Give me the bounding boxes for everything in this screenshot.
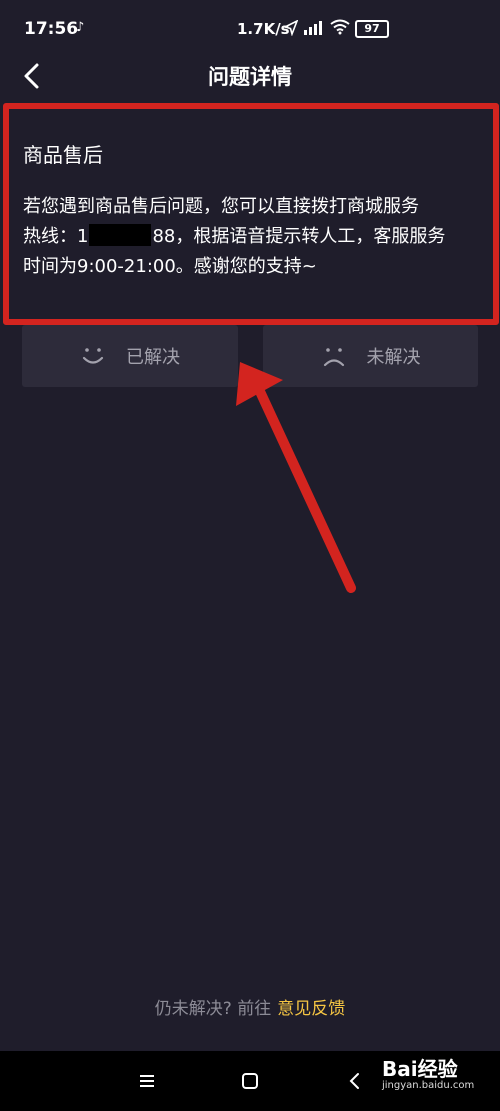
solved-label: 已解决: [126, 347, 180, 368]
page-title: 问题详情: [208, 65, 292, 89]
signal-icon: [304, 21, 322, 35]
page-header: 问题详情: [0, 55, 500, 101]
answer-title: 商品售后: [23, 143, 103, 167]
status-bar: 17:56 ♪ 1.7K/s 97: [0, 0, 500, 58]
home-icon[interactable]: [238, 1069, 262, 1093]
location-icon: [284, 20, 298, 36]
footer-prompt-text: 仍未解决? 前往: [154, 999, 272, 1019]
watermark-url: jingyan.baidu.com: [382, 1080, 475, 1091]
smile-face-icon: [82, 348, 104, 364]
solved-button[interactable]: 已解决: [22, 325, 238, 387]
answer-line-3: 时间为9:00-21:00。感谢您的支持~: [23, 256, 317, 277]
network-speed: 1.7K/s: [237, 20, 290, 38]
hotline-prefix: 热线：1: [23, 226, 89, 247]
wifi-icon: [330, 19, 350, 35]
answer-body: 若您遇到商品售后问题，您可以直接拨打商城服务 热线：1 88，根据语音提示转人工，…: [23, 192, 481, 282]
feedback-link[interactable]: 意见反馈: [277, 999, 345, 1019]
unsolved-button[interactable]: 未解决: [263, 325, 478, 387]
status-time: 17:56: [24, 19, 79, 39]
redaction-bar: [89, 224, 152, 246]
tiktok-icon: ♪: [76, 20, 85, 35]
battery-indicator: 97: [355, 20, 389, 38]
back-icon[interactable]: [343, 1069, 367, 1093]
menu-icon[interactable]: [135, 1069, 159, 1093]
answer-line-2: 热线：1 88，根据语音提示转人工，客服服务: [23, 222, 481, 252]
unsolved-label: 未解决: [366, 347, 421, 368]
watermark-brand: Bai经验: [382, 1057, 458, 1081]
frown-face-icon: [323, 348, 344, 367]
answer-line-1: 若您遇到商品售后问题，您可以直接拨打商城服务: [23, 196, 419, 217]
hotline-suffix: 88，根据语音提示转人工，客服服务: [152, 226, 446, 247]
footer-prompt: 仍未解决? 前往 意见反馈: [0, 994, 500, 1019]
baidu-jingyan-watermark: Bai经验 jingyan.baidu.com: [382, 1053, 474, 1091]
